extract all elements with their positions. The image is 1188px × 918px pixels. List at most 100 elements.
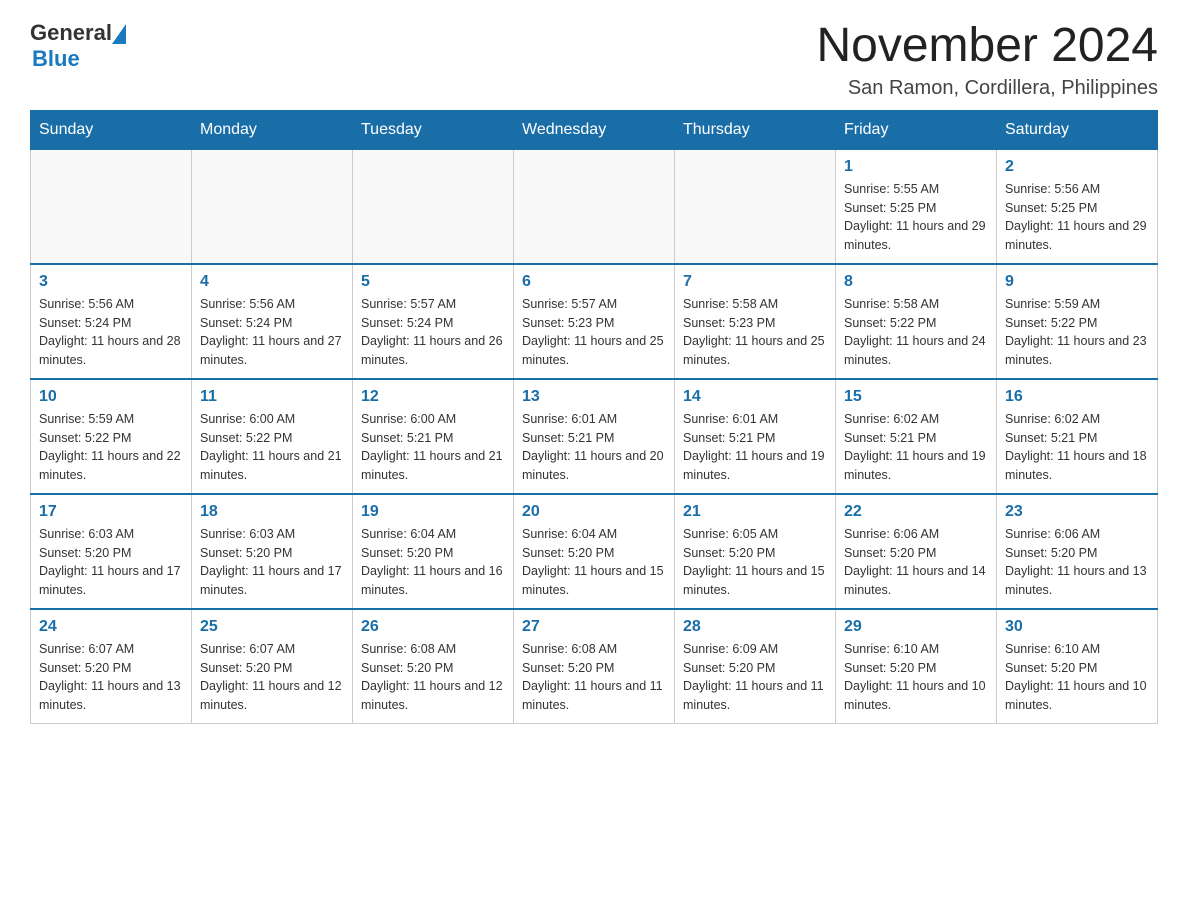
calendar-cell: 28Sunrise: 6:09 AMSunset: 5:20 PMDayligh… (675, 609, 836, 724)
location-title: San Ramon, Cordillera, Philippines (816, 77, 1158, 100)
calendar-cell: 6 Sunrise: 5:57 AMSunset: 5:23 PMDaylight… (514, 264, 675, 379)
calendar-cell: 13 Sunrise: 6:01 AMSunset: 5:21 PMDayligh… (514, 379, 675, 494)
logo-general-text: General (30, 20, 112, 46)
calendar-cell: 27 Sunrise: 6:08 AMSunset: 5:20 PMDayligh… (514, 609, 675, 724)
day-number: 3 (39, 273, 183, 291)
day-info: Sunrise: 6:04 AMSunset: 5:20 PMDaylight:… (522, 525, 666, 600)
day-info: Sunrise: 5:56 AMSunset: 5:25 PMDaylight:… (1005, 180, 1149, 255)
day-number: 27 (522, 618, 666, 636)
day-info: Sunrise: 6:10 AMSunset: 5:20 PMDaylight:… (844, 640, 988, 715)
day-number: 18 (200, 503, 344, 521)
calendar-cell: 3Sunrise: 5:56 AMSunset: 5:24 PMDaylight… (31, 264, 192, 379)
day-number: 19 (361, 503, 505, 521)
calendar-cell: 16 Sunrise: 6:02 AMSunset: 5:21 PMDayligh… (997, 379, 1158, 494)
calendar-cell: 9 Sunrise: 5:59 AMSunset: 5:22 PMDaylight… (997, 264, 1158, 379)
calendar-cell: 15 Sunrise: 6:02 AMSunset: 5:21 PMDayligh… (836, 379, 997, 494)
day-number: 23 (1005, 503, 1149, 521)
calendar-table: SundayMondayTuesdayWednesdayThursdayFrid… (30, 110, 1158, 724)
day-number: 21 (683, 503, 827, 521)
calendar-cell: 21Sunrise: 6:05 AMSunset: 5:20 PMDayligh… (675, 494, 836, 609)
day-number: 14 (683, 388, 827, 406)
weekday-header-wednesday: Wednesday (514, 110, 675, 149)
calendar-cell: 17Sunrise: 6:03 AMSunset: 5:20 PMDayligh… (31, 494, 192, 609)
day-number: 25 (200, 618, 344, 636)
calendar-cell: 10 Sunrise: 5:59 AMSunset: 5:22 PMDayligh… (31, 379, 192, 494)
day-info: Sunrise: 6:00 AMSunset: 5:22 PMDaylight:… (200, 410, 344, 485)
day-info: Sunrise: 6:06 AMSunset: 5:20 PMDaylight:… (844, 525, 988, 600)
day-info: Sunrise: 5:59 AMSunset: 5:22 PMDaylight:… (1005, 295, 1149, 370)
weekday-header-sunday: Sunday (31, 110, 192, 149)
calendar-week-0: 1Sunrise: 5:55 AMSunset: 5:25 PMDaylight… (31, 149, 1158, 264)
day-number: 9 (1005, 273, 1149, 291)
day-number: 16 (1005, 388, 1149, 406)
page-header: General Blue November 2024 San Ramon, Co… (30, 20, 1158, 100)
day-info: Sunrise: 6:02 AMSunset: 5:21 PMDaylight:… (1005, 410, 1149, 485)
calendar-week-1: 3 Sunrise: 5:56 AMSunset: 5:24 PMDaylight… (31, 264, 1158, 379)
calendar-header: SundayMondayTuesdayWednesdayThursdayFrid… (31, 110, 1158, 149)
weekday-header-saturday: Saturday (997, 110, 1158, 149)
day-info: Sunrise: 5:57 AMSunset: 5:23 PMDaylight:… (522, 295, 666, 370)
day-number: 5 (361, 273, 505, 291)
day-number: 20 (522, 503, 666, 521)
calendar-week-3: 17Sunrise: 6:03 AMSunset: 5:20 PMDayligh… (31, 494, 1158, 609)
day-number: 2 (1005, 158, 1149, 176)
day-info: Sunrise: 6:04 AMSunset: 5:20 PMDaylight:… (361, 525, 505, 600)
calendar-cell: 24 Sunrise: 6:07 AMSunset: 5:20 PMDayligh… (31, 609, 192, 724)
logo: General Blue (30, 20, 126, 72)
calendar-cell (675, 149, 836, 264)
calendar-cell: 20 Sunrise: 6:04 AMSunset: 5:20 PMDayligh… (514, 494, 675, 609)
title-block: November 2024 San Ramon, Cordillera, Phi… (816, 20, 1158, 100)
calendar-cell: 8 Sunrise: 5:58 AMSunset: 5:22 PMDaylight… (836, 264, 997, 379)
day-number: 26 (361, 618, 505, 636)
weekday-header-friday: Friday (836, 110, 997, 149)
day-number: 10 (39, 388, 183, 406)
day-info: Sunrise: 6:07 AMSunset: 5:20 PMDaylight:… (39, 640, 183, 715)
calendar-cell (353, 149, 514, 264)
calendar-cell: 5 Sunrise: 5:57 AMSunset: 5:24 PMDaylight… (353, 264, 514, 379)
day-info: Sunrise: 6:03 AMSunset: 5:20 PMDaylight:… (39, 525, 183, 600)
weekday-header-monday: Monday (192, 110, 353, 149)
calendar-cell: 26 Sunrise: 6:08 AMSunset: 5:20 PMDayligh… (353, 609, 514, 724)
day-number: 8 (844, 273, 988, 291)
month-title: November 2024 (816, 20, 1158, 73)
calendar-cell: 29 Sunrise: 6:10 AMSunset: 5:20 PMDayligh… (836, 609, 997, 724)
day-number: 13 (522, 388, 666, 406)
calendar-cell: 25Sunrise: 6:07 AMSunset: 5:20 PMDayligh… (192, 609, 353, 724)
day-info: Sunrise: 6:02 AMSunset: 5:21 PMDaylight:… (844, 410, 988, 485)
calendar-cell (31, 149, 192, 264)
day-info: Sunrise: 5:59 AMSunset: 5:22 PMDaylight:… (39, 410, 183, 485)
day-number: 4 (200, 273, 344, 291)
calendar-week-4: 24 Sunrise: 6:07 AMSunset: 5:20 PMDayligh… (31, 609, 1158, 724)
day-info: Sunrise: 6:08 AMSunset: 5:20 PMDaylight:… (361, 640, 505, 715)
day-info: Sunrise: 6:08 AMSunset: 5:20 PMDaylight:… (522, 640, 666, 715)
calendar-cell: 2 Sunrise: 5:56 AMSunset: 5:25 PMDaylight… (997, 149, 1158, 264)
calendar-cell: 1Sunrise: 5:55 AMSunset: 5:25 PMDaylight… (836, 149, 997, 264)
day-info: Sunrise: 6:00 AMSunset: 5:21 PMDaylight:… (361, 410, 505, 485)
calendar-cell: 23 Sunrise: 6:06 AMSunset: 5:20 PMDayligh… (997, 494, 1158, 609)
day-info: Sunrise: 5:57 AMSunset: 5:24 PMDaylight:… (361, 295, 505, 370)
calendar-week-2: 10 Sunrise: 5:59 AMSunset: 5:22 PMDayligh… (31, 379, 1158, 494)
day-number: 15 (844, 388, 988, 406)
day-number: 24 (39, 618, 183, 636)
day-info: Sunrise: 6:09 AMSunset: 5:20 PMDaylight:… (683, 640, 827, 715)
day-info: Sunrise: 5:58 AMSunset: 5:23 PMDaylight:… (683, 295, 827, 370)
weekday-header-thursday: Thursday (675, 110, 836, 149)
calendar-cell: 19 Sunrise: 6:04 AMSunset: 5:20 PMDayligh… (353, 494, 514, 609)
calendar-cell: 18 Sunrise: 6:03 AMSunset: 5:20 PMDayligh… (192, 494, 353, 609)
calendar-cell: 22Sunrise: 6:06 AMSunset: 5:20 PMDayligh… (836, 494, 997, 609)
day-info: Sunrise: 6:10 AMSunset: 5:20 PMDaylight:… (1005, 640, 1149, 715)
calendar-cell (514, 149, 675, 264)
calendar-cell: 7 Sunrise: 5:58 AMSunset: 5:23 PMDaylight… (675, 264, 836, 379)
day-info: Sunrise: 5:56 AMSunset: 5:24 PMDaylight:… (200, 295, 344, 370)
day-info: Sunrise: 5:58 AMSunset: 5:22 PMDaylight:… (844, 295, 988, 370)
day-number: 30 (1005, 618, 1149, 636)
day-info: Sunrise: 6:03 AMSunset: 5:20 PMDaylight:… (200, 525, 344, 600)
calendar-cell: 4 Sunrise: 5:56 AMSunset: 5:24 PMDaylight… (192, 264, 353, 379)
day-number: 6 (522, 273, 666, 291)
day-info: Sunrise: 6:06 AMSunset: 5:20 PMDaylight:… (1005, 525, 1149, 600)
day-info: Sunrise: 6:01 AMSunset: 5:21 PMDaylight:… (522, 410, 666, 485)
day-number: 7 (683, 273, 827, 291)
logo-blue-text: Blue (32, 46, 80, 72)
day-number: 29 (844, 618, 988, 636)
day-number: 1 (844, 158, 988, 176)
